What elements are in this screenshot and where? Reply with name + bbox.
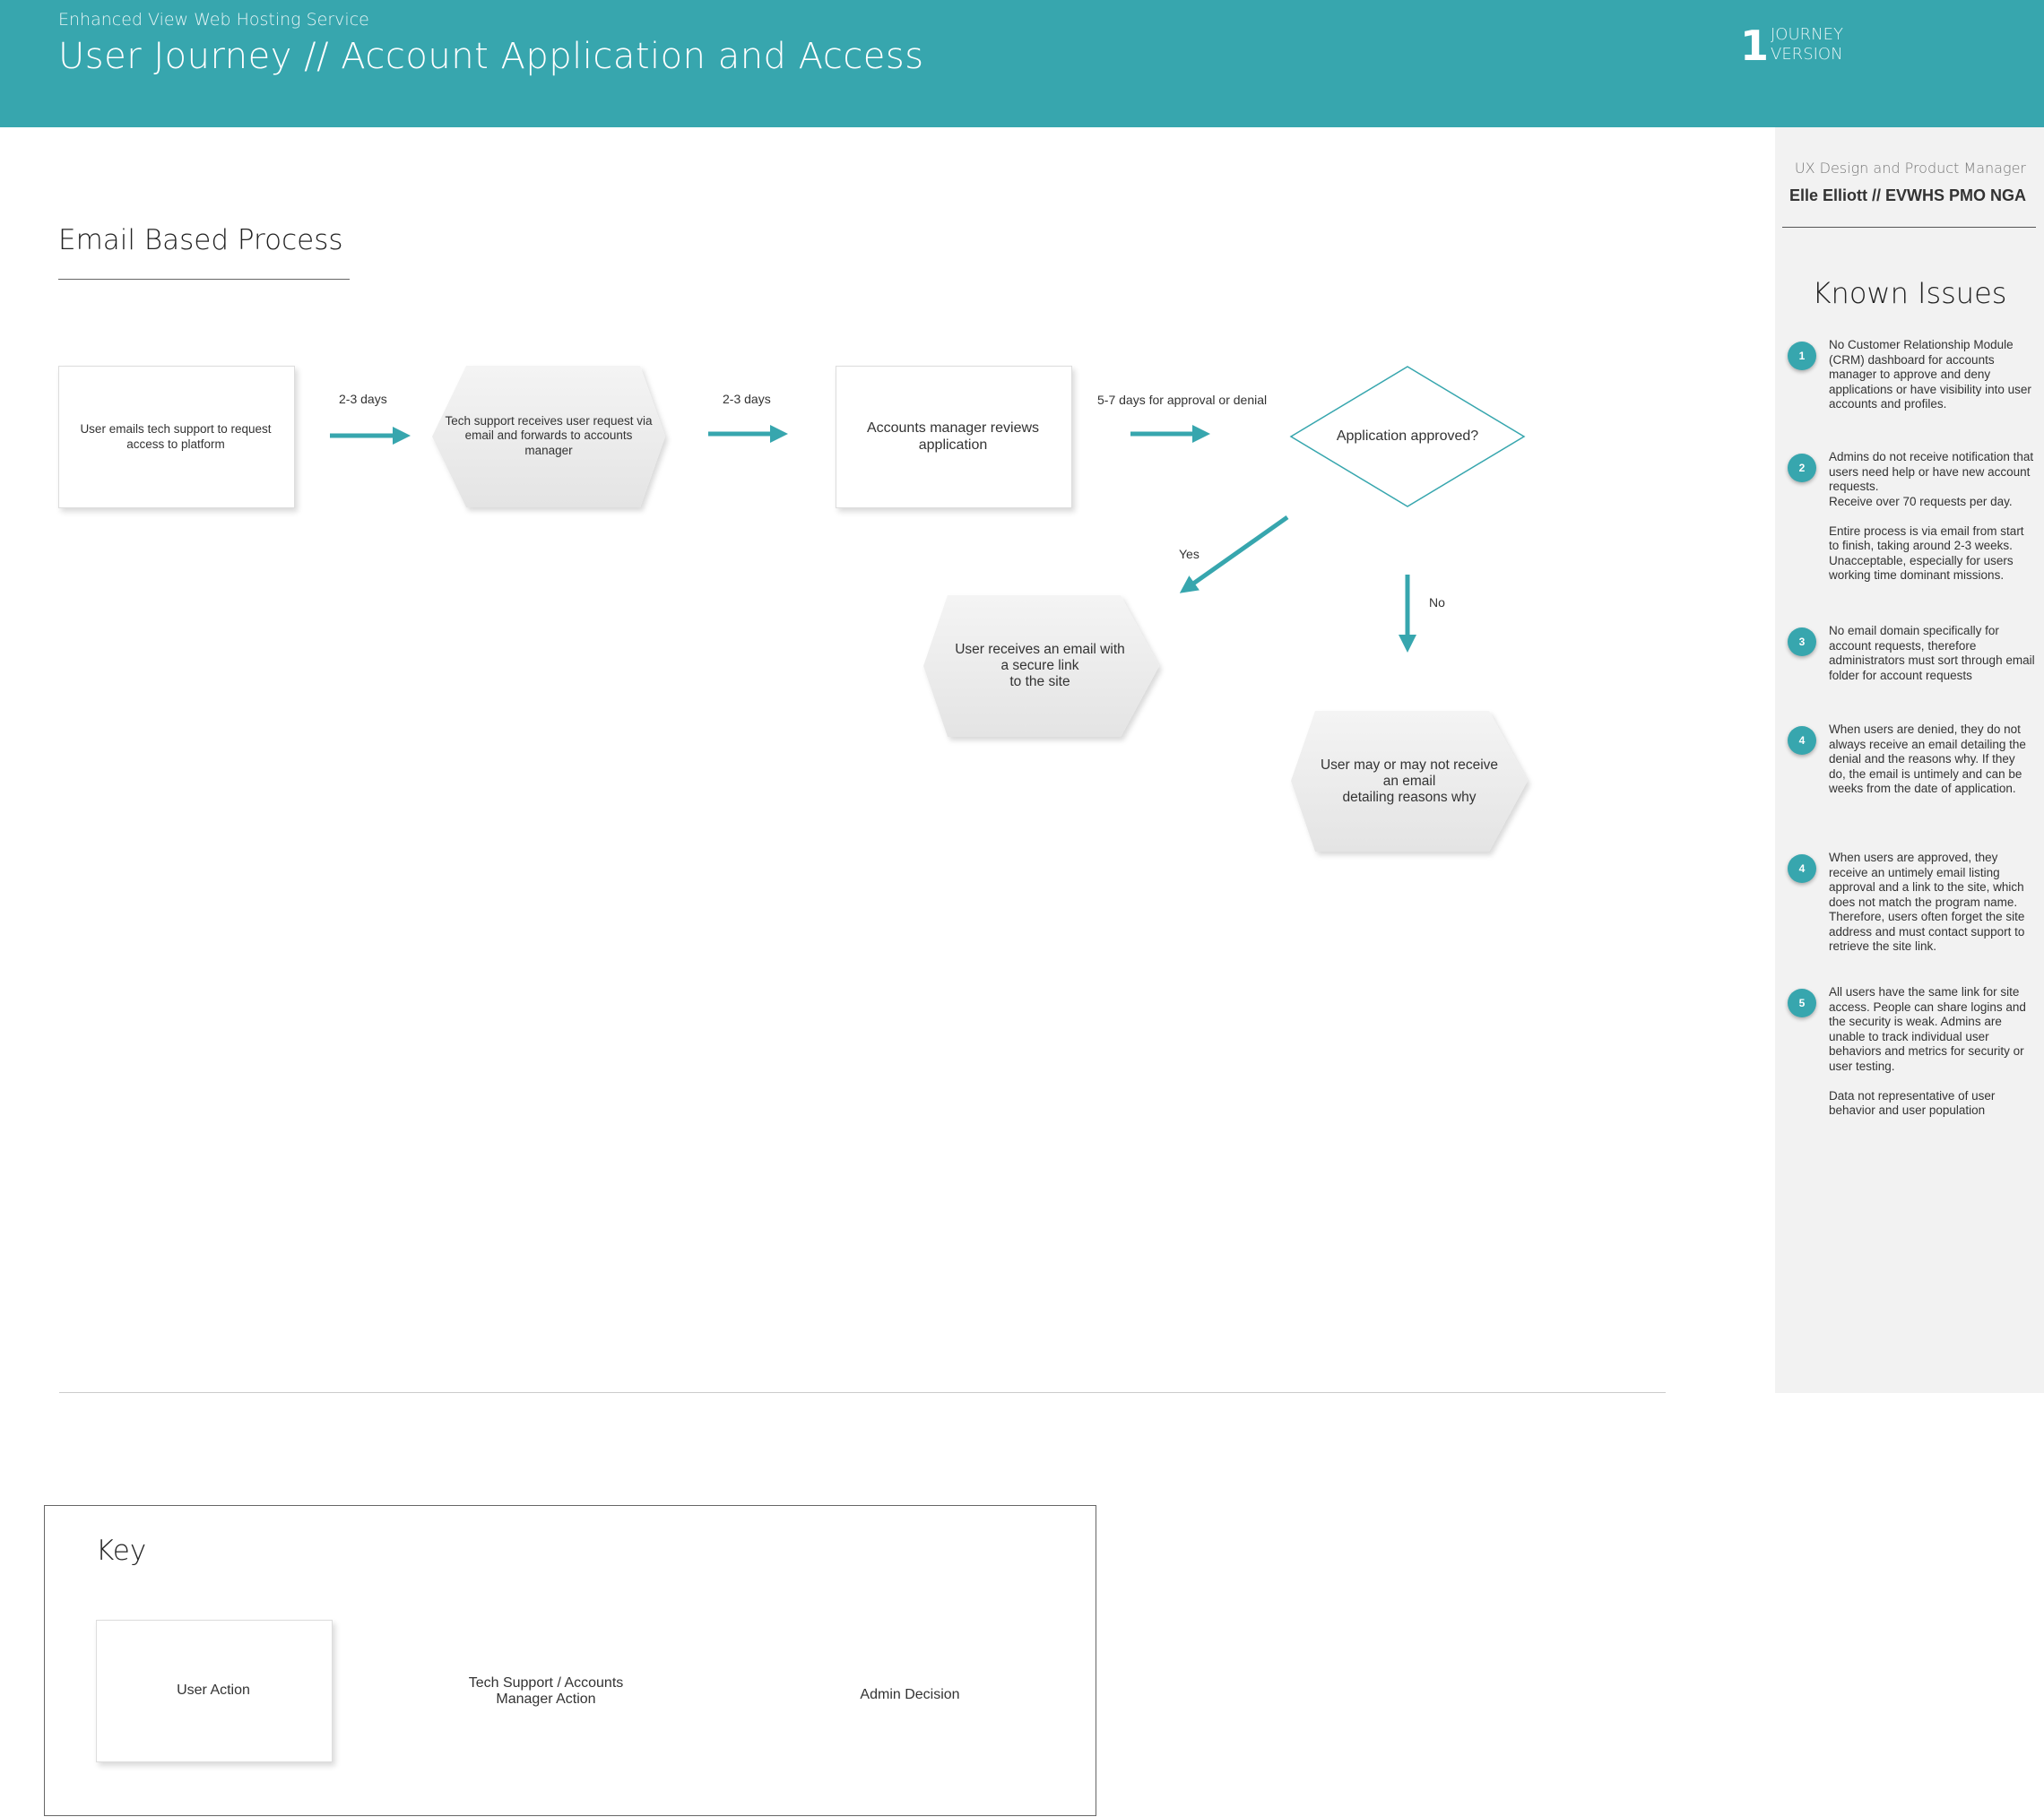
denied-outcome-label: User may or may not receive an email det… (1320, 757, 1499, 805)
edge-label-duration: 2-3 days (723, 392, 771, 406)
decision-label: Application approved? (1336, 428, 1479, 444)
key-tech-action-label: Tech Support / Accounts Manager Action (468, 1674, 624, 1707)
accounts-review-label: Accounts manager reviews application (866, 420, 1040, 453)
tech-support-label: Tech support receives user request via e… (445, 413, 653, 457)
edge-label-duration: 5-7 days for approval or denial (1097, 393, 1268, 407)
edge-label-yes: Yes (1179, 547, 1200, 561)
key-admin-decision-label: Admin Decision (860, 1687, 960, 1702)
section-divider (59, 1392, 1666, 1393)
edge-label-duration: 2-3 days (339, 392, 387, 406)
arrow-yes (1179, 515, 1289, 593)
user-email-label: User emails tech support to request acce… (80, 421, 272, 451)
approved-outcome-label: User receives an email with a secure lin… (955, 642, 1125, 689)
legend-title: Key (96, 1535, 147, 1567)
edge-label-no: No (1429, 595, 1445, 610)
key-user-action-label: User Action (177, 1682, 250, 1698)
